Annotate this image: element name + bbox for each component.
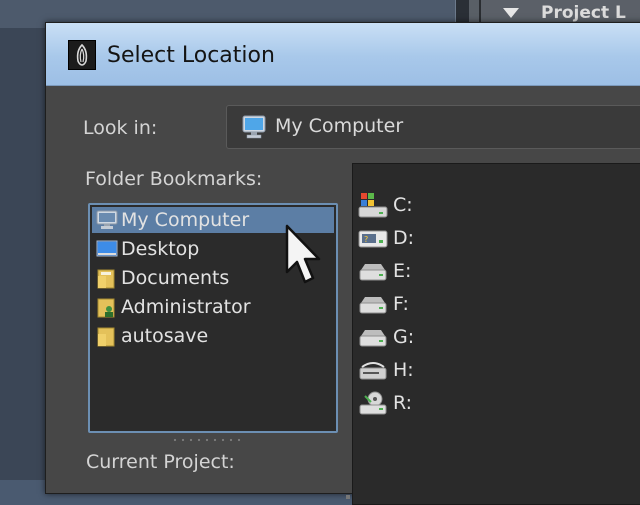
app-logo-icon <box>68 40 96 70</box>
bookmark-label: My Computer <box>121 209 250 231</box>
mouse-cursor-icon <box>285 224 325 292</box>
drive-r[interactable]: R: <box>357 388 557 418</box>
bookmark-autosave[interactable]: autosave <box>92 323 334 349</box>
desktop-icon <box>96 239 118 263</box>
dialog-title: Select Location <box>107 43 275 68</box>
svg-text:?: ? <box>364 235 368 244</box>
folder-icon <box>96 326 118 352</box>
bookmark-label: Administrator <box>121 296 251 318</box>
project-panel-title: Project L <box>541 3 626 23</box>
folder-bookmarks-label: Folder Bookmarks: <box>85 168 263 190</box>
hard-drive-icon <box>357 324 389 356</box>
drive-label: E: <box>393 260 412 282</box>
drive-g[interactable]: G: <box>357 322 557 352</box>
computer-icon <box>96 210 118 234</box>
drive-label: C: <box>393 194 413 216</box>
optical-drive-icon <box>357 390 389 422</box>
dialog-titlebar[interactable]: Select Location <box>46 23 640 86</box>
drive-label: G: <box>393 326 415 348</box>
network-drive-icon: ? <box>357 225 389 257</box>
collapse-triangle-icon[interactable] <box>503 8 519 18</box>
current-project-label: Current Project: <box>86 451 235 473</box>
documents-folder-icon <box>96 268 118 294</box>
look-in-combobox[interactable]: My Computer <box>226 105 640 149</box>
drives-list[interactable]: C: ? D: E: F: G: H: R: <box>352 163 640 505</box>
system-drive-icon <box>357 192 389 224</box>
removable-drive-icon <box>357 357 389 389</box>
bookmark-label: autosave <box>121 325 209 347</box>
look-in-value: My Computer <box>275 115 404 137</box>
drive-h[interactable]: H: <box>357 355 557 385</box>
drive-f[interactable]: F: <box>357 289 557 319</box>
user-folder-icon <box>96 297 118 323</box>
look-in-label: Look in: <box>83 117 158 139</box>
hard-drive-icon <box>357 258 389 290</box>
drive-e[interactable]: E: <box>357 256 557 286</box>
select-location-dialog: Select Location Look in: My Computer Fol… <box>45 22 640 505</box>
bookmark-label: Documents <box>121 267 230 289</box>
drive-label: D: <box>393 227 415 249</box>
bookmark-administrator[interactable]: Administrator <box>92 294 334 320</box>
drive-d[interactable]: ? D: <box>357 223 557 253</box>
hard-drive-icon <box>357 291 389 323</box>
drive-label: R: <box>393 392 413 414</box>
drive-label: H: <box>393 359 414 381</box>
resize-grip[interactable] <box>346 495 350 499</box>
computer-icon <box>241 115 267 143</box>
drive-c[interactable]: C: <box>357 190 557 220</box>
splitter-handle[interactable] <box>171 438 241 442</box>
bookmark-label: Desktop <box>121 238 200 260</box>
drive-label: F: <box>393 293 409 315</box>
